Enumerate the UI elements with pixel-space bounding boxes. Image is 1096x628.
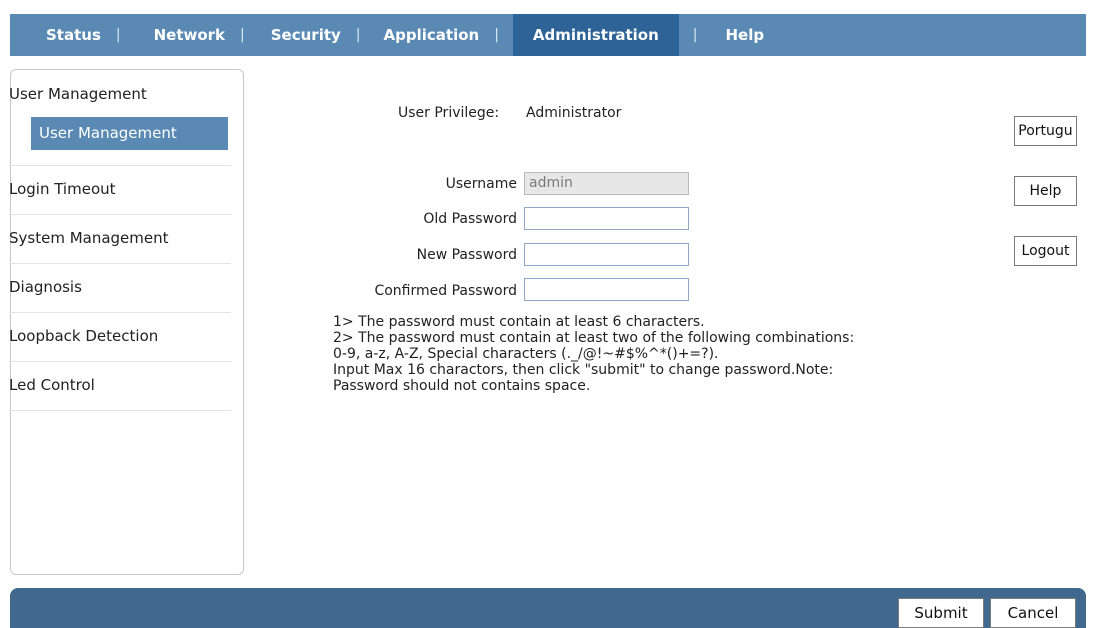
logout-button[interactable]: Logout	[1014, 236, 1077, 266]
nav-network[interactable]: Network	[121, 14, 240, 56]
top-navigation: Status | Network | Security | Applicatio…	[10, 14, 1086, 56]
nav-security[interactable]: Security	[245, 14, 356, 56]
help-button[interactable]: Help	[1014, 176, 1077, 206]
username-label: Username	[445, 176, 517, 192]
sidebar-item-label: Diagnosis	[9, 278, 82, 296]
nav-separator: |	[692, 27, 698, 43]
password-rules: 1> The password must contain at least 6 …	[333, 314, 1033, 394]
user-privilege-label: User Privilege:	[398, 105, 500, 121]
password-rule-line: Input Max 16 charactors, then click "sub…	[333, 362, 834, 378]
sidebar-item-loopback-detection[interactable]: Loopback Detection	[9, 313, 231, 362]
sidebar-item-led-control[interactable]: Led Control	[9, 362, 231, 411]
sidebar-item-label: User Management	[9, 85, 147, 103]
submit-button[interactable]: Submit	[898, 598, 984, 628]
confirmed-password-label: Confirmed Password	[374, 283, 517, 299]
sidebar-item-label: Led Control	[9, 376, 95, 394]
sidebar-item-system-management[interactable]: System Management	[9, 215, 231, 264]
password-rule-line: 1> The password must contain at least 6 …	[333, 314, 705, 330]
nav-administration[interactable]: Administration	[512, 14, 679, 56]
old-password-label: Old Password	[423, 211, 517, 227]
sidebar-item-label: System Management	[9, 229, 169, 247]
password-rule-line: 2> The password must contain at least tw…	[333, 330, 855, 346]
username-field: admin	[524, 172, 689, 195]
confirmed-password-field[interactable]	[524, 278, 689, 301]
cancel-button[interactable]: Cancel	[990, 598, 1076, 628]
sidebar-item-label: Login Timeout	[9, 180, 116, 198]
old-password-field[interactable]	[524, 207, 689, 230]
nav-help[interactable]: Help	[698, 14, 765, 56]
new-password-label: New Password	[416, 247, 517, 263]
sidebar-item-label: Loopback Detection	[9, 327, 159, 345]
nav-separator: |	[494, 27, 499, 43]
nav-status[interactable]: Status	[10, 14, 116, 56]
new-password-field[interactable]	[524, 243, 689, 266]
nav-application[interactable]: Application	[361, 14, 495, 56]
password-rule-line: 0-9, a-z, A-Z, Special characters (._/@!…	[333, 346, 719, 362]
sidebar-subitem-user-management[interactable]: User Management	[31, 117, 228, 150]
password-rule-line: Password should not contains space.	[333, 378, 591, 394]
user-privilege-value: Administrator	[526, 105, 622, 121]
sidebar-item-diagnosis[interactable]: Diagnosis	[9, 264, 231, 313]
language-button[interactable]: Portugu	[1014, 116, 1077, 146]
sidebar-item-login-timeout[interactable]: Login Timeout	[9, 166, 231, 215]
